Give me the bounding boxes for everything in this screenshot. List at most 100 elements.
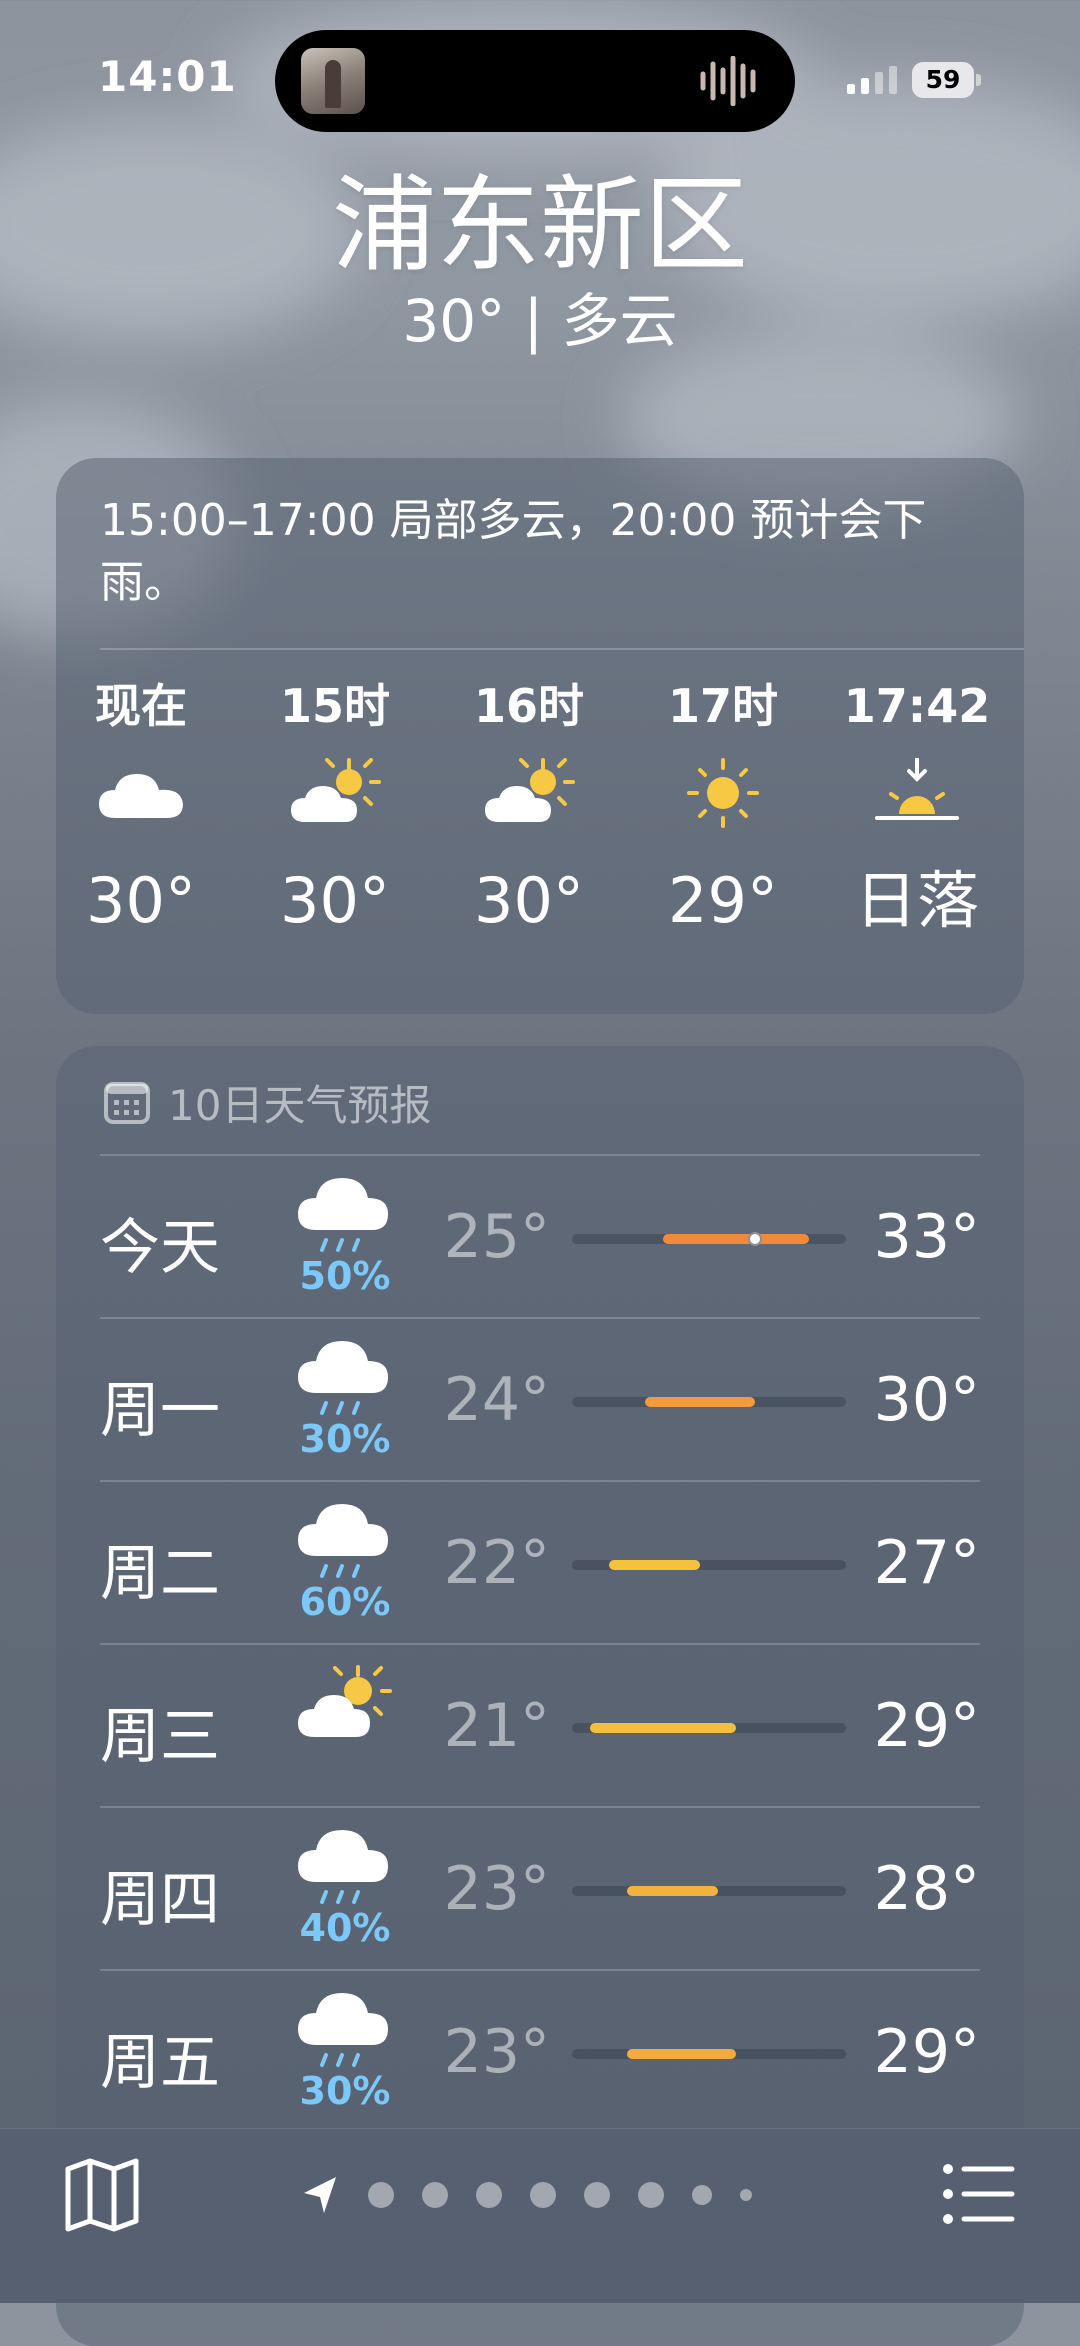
precipitation-chance: 30%: [299, 1417, 391, 1461]
high-temp: 30°: [873, 1365, 980, 1435]
low-temp: 21°: [443, 1691, 550, 1761]
day-label: 周四: [100, 1865, 220, 1935]
sunset-label: 日落: [854, 864, 979, 937]
hour-label: 现在: [95, 679, 187, 733]
divider: [100, 1806, 980, 1808]
page-dot: [422, 2182, 448, 2208]
hour-label: 17:42: [843, 679, 991, 733]
precipitation-chance: 50%: [299, 1254, 391, 1298]
high-temp: 29°: [873, 1691, 980, 1761]
sun-icon: [687, 758, 759, 828]
forecast-row[interactable]: 周三 21° 29°: [100, 1643, 980, 1806]
city-name: 浦东新区: [331, 164, 748, 286]
temp-range-fill: [663, 1234, 810, 1244]
page-dot: [692, 2185, 712, 2205]
high-temp: 27°: [873, 1528, 980, 1598]
hourly-forecast-card[interactable]: 15:00–17:00 局部多云，20:00 预计会下雨。 现在 30° 15时…: [56, 458, 1024, 1014]
divider: [100, 1154, 980, 1156]
map-icon[interactable]: [62, 2157, 142, 2233]
cellular-signal-icon: [847, 66, 897, 94]
divider: [100, 1480, 980, 1482]
status-time: 14:01: [98, 52, 237, 101]
list-icon[interactable]: [940, 2159, 1016, 2229]
bottom-toolbar: [0, 2128, 1080, 2303]
temp-range-fill: [626, 2049, 737, 2059]
low-temp: 23°: [443, 2017, 550, 2087]
precipitation-chance: 60%: [299, 1580, 391, 1624]
low-temp: 22°: [443, 1528, 550, 1598]
dynamic-island[interactable]: [275, 30, 795, 132]
low-temp: 25°: [443, 1202, 550, 1272]
hour-item: 17时 29°: [648, 676, 798, 946]
current-conditions: 30° | 多云: [402, 287, 678, 355]
forecast-row[interactable]: 周二 60% 22° 27°: [100, 1480, 980, 1643]
precipitation-chance: 40%: [299, 1906, 391, 1950]
hour-temp: 29°: [668, 864, 778, 937]
high-temp: 29°: [873, 2017, 980, 2087]
current-temp-marker: [747, 1232, 762, 1246]
page-dot: [368, 2182, 394, 2208]
rain-cloud-icon: [288, 1820, 398, 1920]
ten-day-header: 10日天气预报: [104, 1076, 431, 1130]
media-thumbnail: [301, 48, 365, 114]
audio-waveform-icon: [700, 56, 756, 106]
battery-indicator: 59: [912, 62, 982, 98]
divider: [100, 1969, 980, 1971]
forecast-row[interactable]: 今天 50% 25° 33°: [100, 1154, 980, 1317]
rain-cloud-icon: [288, 1331, 398, 1431]
hour-item: 现在 30°: [66, 676, 216, 946]
page-dot: [584, 2182, 610, 2208]
temp-range-bar: [572, 1886, 846, 1896]
temp-range-fill: [626, 1886, 719, 1896]
page-dot: [530, 2182, 556, 2208]
sunset-icon: [875, 758, 959, 820]
page-indicator[interactable]: [300, 2173, 766, 2217]
partly-cloudy-sun-icon: [288, 1657, 398, 1757]
precipitation-chance: 30%: [299, 2069, 391, 2113]
hour-item: 15时 30°: [260, 676, 410, 946]
cloud-icon: [99, 774, 183, 818]
forecast-summary: 15:00–17:00 局部多云，20:00 预计会下雨。: [100, 495, 927, 608]
forecast-row[interactable]: 周五 30% 23° 29°: [100, 1969, 980, 2132]
day-label: 周二: [100, 1539, 220, 1609]
divider: [100, 1317, 980, 1319]
day-label: 周三: [100, 1702, 220, 1772]
calendar-icon: [104, 1082, 150, 1124]
day-label: 今天: [100, 1213, 220, 1283]
partly-cloudy-sun-icon: [291, 758, 381, 822]
temp-range-bar: [572, 1560, 846, 1570]
hour-label: 16时: [473, 679, 584, 733]
battery-level: 59: [912, 62, 974, 98]
high-temp: 28°: [873, 1854, 980, 1924]
rain-cloud-icon: [288, 1494, 398, 1594]
page-dot: [740, 2189, 752, 2201]
divider: [100, 1643, 980, 1645]
rain-cloud-icon: [288, 1168, 398, 1268]
partly-cloudy-sun-icon: [485, 758, 575, 822]
hour-temp: 30°: [280, 864, 390, 937]
location-arrow-icon: [304, 2177, 336, 2213]
temp-range-bar: [572, 1397, 846, 1407]
forecast-row[interactable]: 周四 40% 23° 28°: [100, 1806, 980, 1969]
temp-range-fill: [645, 1397, 755, 1407]
rain-cloud-icon: [288, 1983, 398, 2083]
page-dot: [476, 2182, 502, 2208]
high-temp: 33°: [873, 1202, 980, 1272]
day-label: 周一: [100, 1376, 220, 1446]
hour-temp: 30°: [86, 864, 196, 937]
temp-range-bar: [572, 1723, 846, 1733]
page-dot: [638, 2182, 664, 2208]
forecast-row[interactable]: 周一 30% 24° 30°: [100, 1317, 980, 1480]
temp-range-fill: [590, 1723, 737, 1733]
low-temp: 24°: [443, 1365, 550, 1435]
hour-item: 16时 30°: [454, 676, 604, 946]
ten-day-title: 10日天气预报: [168, 1080, 432, 1130]
day-label: 周五: [100, 2028, 220, 2098]
hour-label: 15时: [279, 679, 390, 733]
hour-item: 17:42 日落: [842, 676, 992, 946]
low-temp: 23°: [443, 1854, 550, 1924]
temp-range-fill: [608, 1560, 700, 1570]
divider: [100, 648, 1024, 650]
hour-label: 17时: [667, 679, 778, 733]
temp-range-bar: [572, 1232, 846, 1246]
